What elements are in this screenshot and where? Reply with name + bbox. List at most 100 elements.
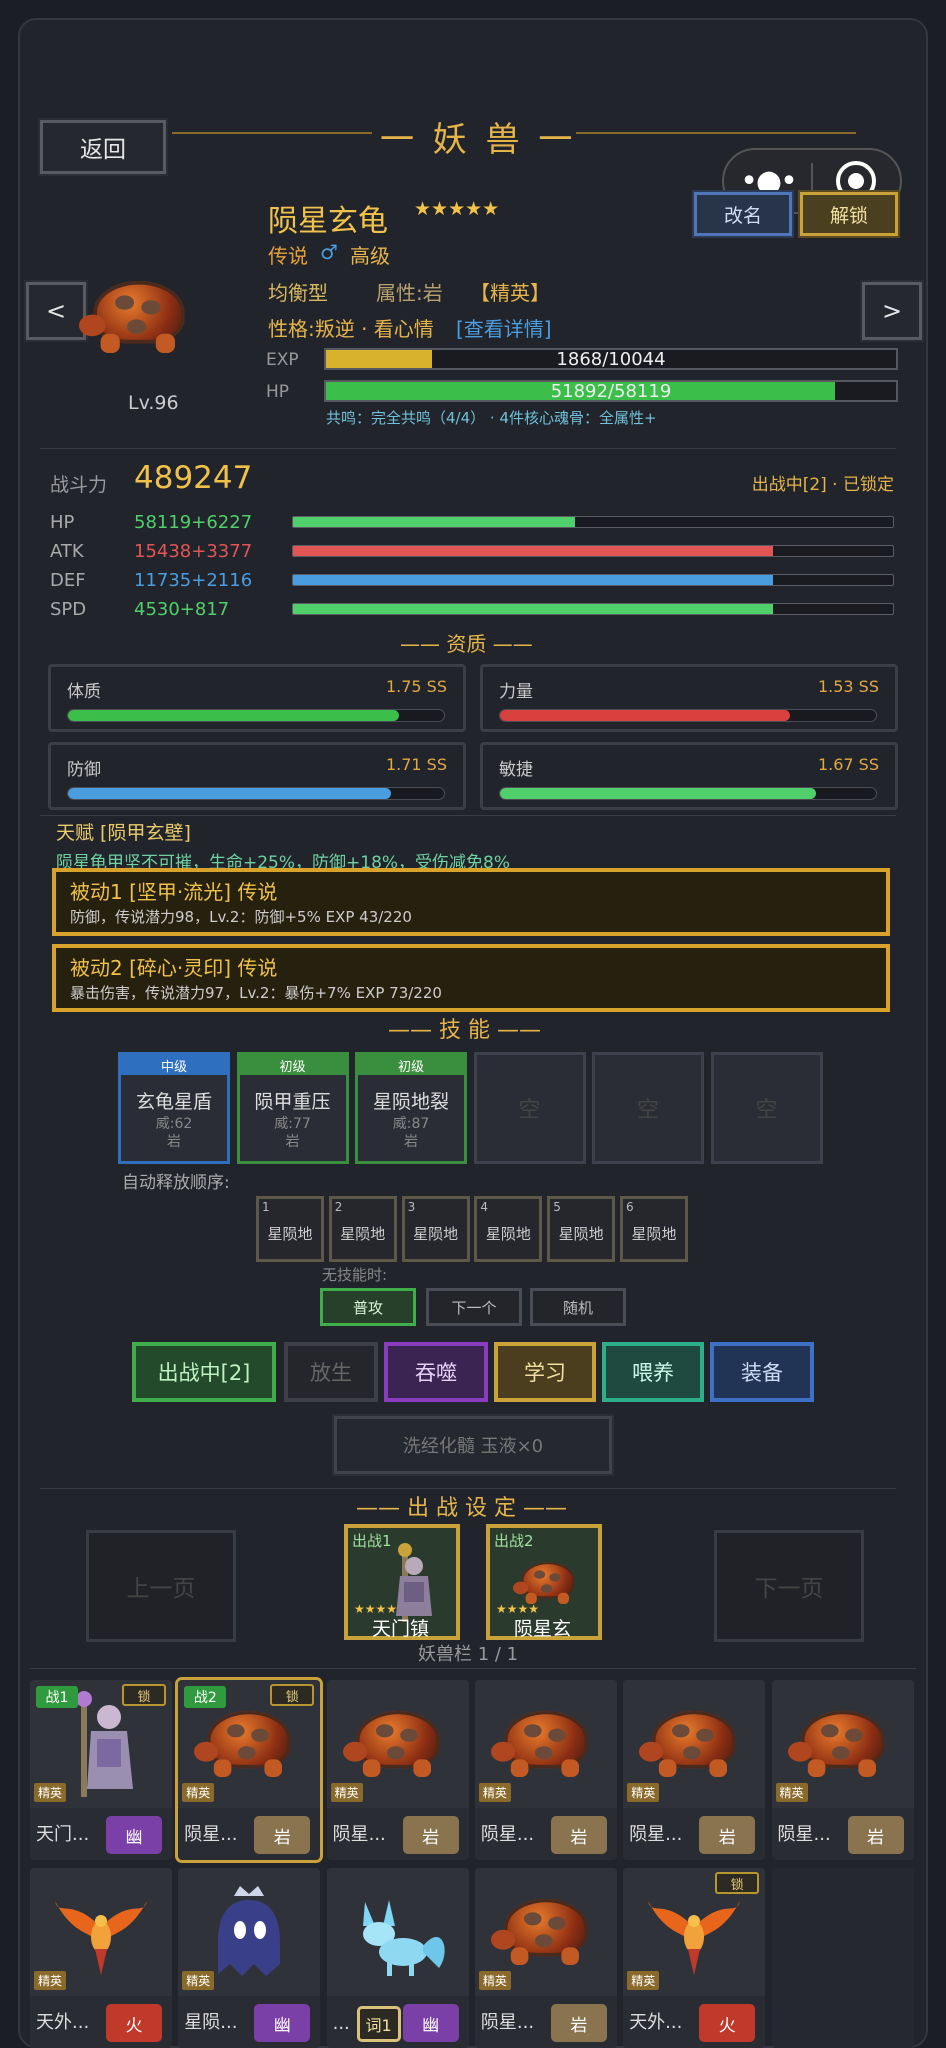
element-badge: 岩 — [699, 1816, 756, 1854]
next-pet-button[interactable]: > — [860, 280, 924, 342]
battle-badge: 战1 — [36, 1686, 78, 1708]
noskill-next-option[interactable]: 下一个 — [426, 1288, 522, 1326]
empty-skill-slot[interactable]: 空 — [710, 1052, 823, 1164]
deploy-slot-2[interactable]: 出战2 ★★★★ 陨星玄 — [486, 1524, 602, 1640]
roster-card[interactable]: 精英 星陨... 幽 — [178, 1868, 321, 2048]
devour-button[interactable]: 吞噬 — [384, 1342, 488, 1402]
stat-name: DEF — [50, 570, 86, 591]
roster-card[interactable]: 精英 陨星... 岩 — [771, 1680, 914, 1860]
stat-value: 58119+6227 — [134, 512, 253, 533]
skill-power: 威:62 — [155, 1116, 193, 1132]
pet-name-short: 星陨... — [184, 2012, 238, 2033]
empty-label: 空 — [636, 1098, 659, 1123]
pet-gender: ♂ — [320, 240, 338, 264]
deploy-slot-1[interactable]: 出战1 ★★★★ 天门镇 — [344, 1524, 460, 1640]
element-badge: 火 — [106, 2004, 162, 2042]
release-button[interactable]: 放生 — [284, 1342, 378, 1402]
lock-badge[interactable]: 锁 — [270, 1684, 315, 1706]
prev-pet-button[interactable]: < — [24, 280, 88, 342]
deploy-next-button[interactable]: 下一页 — [714, 1530, 864, 1642]
skill-slot[interactable]: 初级 星陨地裂 威:87 岩 — [355, 1052, 467, 1164]
aptitude-card: 力量 1.53 SS — [480, 664, 898, 732]
roster-card[interactable]: 精英 战1 锁天门... 幽 — [30, 1680, 172, 1860]
roster-card[interactable]: 精英 陨星... 岩 — [326, 1680, 469, 1860]
equip-button[interactable]: 装备 — [710, 1342, 814, 1402]
passive-desc: 防御，传说潜力98，Lv.2：防御+5% EXP 43/220 — [70, 908, 412, 926]
aptitude-bar — [499, 787, 877, 800]
element-badge: 岩 — [402, 1816, 459, 1854]
battle-badge: 战2 — [184, 1686, 227, 1708]
elite-tag: 精英 — [478, 1971, 511, 1990]
roster-card[interactable]: 词1... 幽 — [326, 1868, 469, 2048]
release-order-slot[interactable]: 5 星陨地 — [547, 1196, 616, 1262]
aptitude-value: 1.75 SS — [385, 677, 447, 696]
element-badge: 幽 — [254, 2004, 311, 2042]
skill-level: 初级 — [358, 1055, 464, 1075]
word-badge[interactable]: 词1 — [356, 2006, 401, 2042]
passive-card[interactable]: 被动2 [碎心·灵印] 传说 暴击伤害，传说潜力97，Lv.2：暴伤+7% EXP… — [52, 944, 890, 1012]
pet-level: Lv.96 — [128, 392, 179, 414]
element-badge: 岩 — [254, 1816, 311, 1854]
slot-name: 天门镇 — [372, 1618, 430, 1640]
roster-card[interactable]: 精英 锁天外... 火 — [623, 1868, 766, 2048]
order-skill: 星陨地 — [485, 1225, 531, 1243]
unlock-button[interactable]: 解锁 — [798, 190, 900, 238]
empty-skill-slot[interactable]: 空 — [592, 1052, 704, 1164]
resonance-text: 共鸣：完全共鸣（4/4） · 4件核心魂骨：全属性+ — [326, 409, 657, 427]
deploy-prev-button[interactable]: 上一页 — [86, 1530, 236, 1642]
passive-card[interactable]: 被动1 [坚甲·流光] 传说防御，传说潜力98，Lv.2：防御+5% EXP 4… — [52, 868, 890, 936]
passive-title: 被动1 [坚甲·流光] 传说 — [70, 880, 278, 904]
aptitude-bar — [67, 787, 445, 800]
deploy-title: —— 出 战 设 定 —— — [356, 1496, 567, 1521]
order-skill: 星陨地 — [631, 1225, 677, 1243]
in-battle-button[interactable]: 出战中[2] — [132, 1342, 276, 1402]
wash-button[interactable]: 洗经化髓 玉液×0 — [332, 1414, 614, 1476]
personality-detail-link[interactable]: [查看详情] — [456, 313, 552, 342]
aptitude-bar — [67, 709, 445, 722]
pet-name-short: 天外... — [629, 2012, 683, 2033]
aptitude-bar — [499, 709, 877, 722]
order-number: 5 — [553, 1200, 561, 1214]
feed-button[interactable]: 喂养 — [602, 1342, 704, 1402]
aptitude-name: 体质 — [67, 682, 101, 702]
aptitude-card: 敏捷 1.67 SS — [480, 742, 898, 810]
roster-card[interactable]: 精英 天外... 火 — [30, 1868, 172, 2048]
roster-card[interactable]: 精英 战2 锁陨星... 岩 — [175, 1677, 324, 1863]
order-number: 2 — [334, 1200, 343, 1214]
lock-badge[interactable]: 锁 — [715, 1872, 760, 1894]
rename-button[interactable]: 改名 — [692, 190, 794, 238]
empty-skill-slot[interactable]: 空 — [473, 1052, 586, 1164]
hp-label: HP — [266, 382, 290, 402]
noskill-attack-option[interactable]: 普攻 — [320, 1288, 416, 1326]
pet-name-short: 陨星... — [184, 1824, 238, 1845]
learn-button[interactable]: 学习 — [494, 1342, 596, 1402]
stat-bar — [292, 574, 894, 586]
roster-card[interactable]: 精英 陨星... 岩 — [474, 1680, 617, 1860]
release-order-slot[interactable]: 4 星陨地 — [474, 1196, 543, 1262]
release-order-slot[interactable]: 2 星陨地 — [328, 1196, 397, 1262]
skill-slot[interactable]: 中级 玄龟星盾 威:62 岩 — [118, 1052, 230, 1164]
power-label: 战斗力 — [50, 474, 108, 496]
element-badge: 幽 — [402, 2004, 459, 2042]
back-button[interactable]: 返回 — [38, 118, 168, 176]
release-order-slot[interactable]: 1 星陨地 — [256, 1196, 324, 1262]
skill-power: 威:77 — [274, 1116, 311, 1132]
roster-card[interactable]: 精英 陨星... 岩 — [623, 1680, 766, 1860]
divider — [40, 1488, 896, 1489]
order-skill: 星陨地 — [267, 1225, 313, 1243]
skill-element: 岩 — [285, 1134, 300, 1150]
elite-tag: 精英 — [627, 1971, 660, 1990]
noskill-random-option[interactable]: 随机 — [530, 1288, 626, 1326]
skill-name: 陨甲重压 — [254, 1091, 331, 1113]
pet-name-short: 陨星... — [332, 1824, 386, 1845]
release-order-slot[interactable]: 3 星陨地 — [401, 1196, 470, 1262]
skill-name: 星陨地裂 — [372, 1091, 449, 1113]
skill-element: 岩 — [167, 1134, 181, 1150]
page-title: 一 妖 兽 一 — [380, 120, 577, 160]
stat-bar — [292, 516, 894, 528]
roster-card[interactable]: 精英 陨星... 岩 — [474, 1868, 617, 2048]
empty-roster-slot[interactable] — [772, 1868, 914, 2048]
release-order-slot[interactable]: 6 星陨地 — [620, 1196, 688, 1262]
skill-slot[interactable]: 初级 陨甲重压 威:77 岩 — [236, 1052, 349, 1164]
lock-badge[interactable]: 锁 — [122, 1684, 166, 1706]
